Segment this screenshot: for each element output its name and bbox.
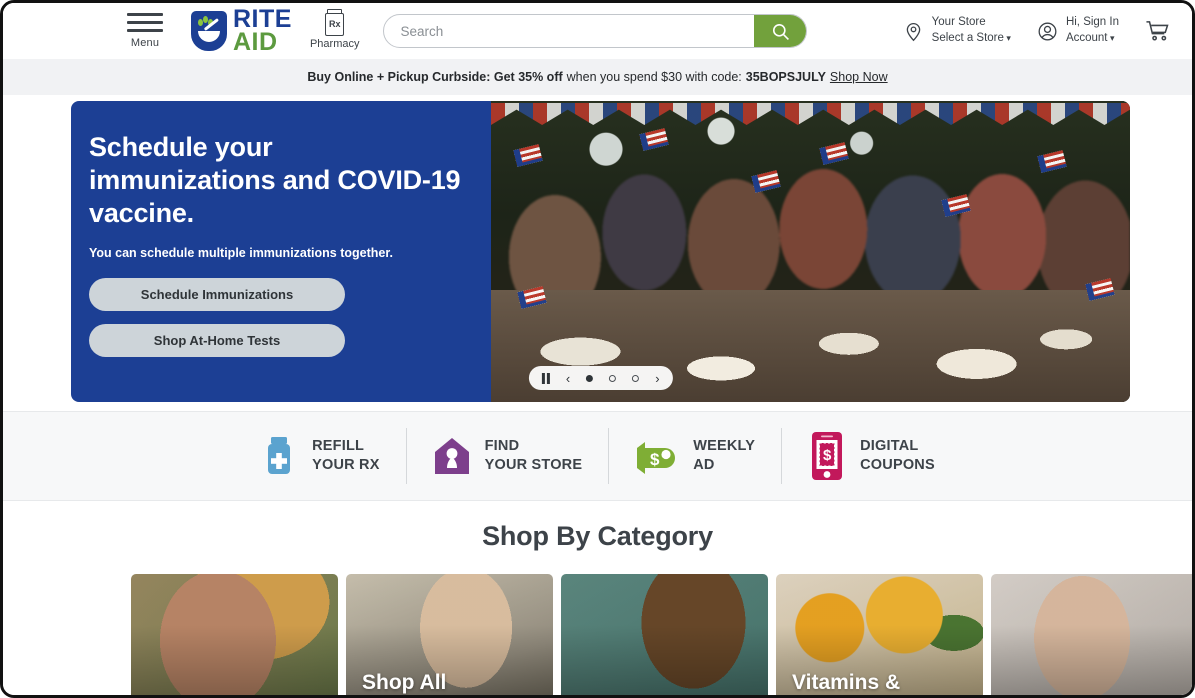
carousel-dot-3[interactable] — [632, 374, 640, 382]
carousel-prev-button[interactable]: ‹ — [566, 371, 570, 386]
hero-title: Schedule your immunizations and COVID-19… — [89, 132, 461, 228]
mobile-coupon-icon: $ — [812, 432, 843, 480]
quick-link-refill-rx[interactable]: REFILL YOUR RX — [234, 428, 407, 484]
hero-image — [491, 101, 1130, 402]
carousel-pause-button[interactable] — [541, 372, 550, 384]
quick-link-line1: FIND — [484, 438, 520, 455]
browser-window: Menu RITE AID Rx Pharmacy Search Your St… — [0, 0, 1195, 698]
category-carousel: Pharmacy Shop All Categories Medicine & … — [3, 574, 1192, 695]
search-submit-button[interactable] — [754, 15, 807, 47]
hero-subtitle: You can schedule multiple immunizations … — [89, 245, 393, 260]
promo-shop-now-link[interactable]: Shop Now — [830, 70, 888, 84]
store-label: Your Store — [931, 16, 986, 29]
carousel-controls: ‹ › — [528, 366, 673, 390]
promo-headline: Buy Online + Pickup Curbside: Get 35% of… — [307, 70, 563, 84]
promo-detail: when you spend $30 with code: — [566, 70, 742, 84]
rite-aid-logo[interactable]: RITE AID — [191, 7, 292, 56]
pill-bottle-icon — [268, 437, 291, 474]
hero-carousel: Schedule your immunizations and COVID-19… — [71, 101, 1130, 402]
price-tag-icon: $ — [637, 442, 676, 474]
page-content: Menu RITE AID Rx Pharmacy Search Your St… — [3, 3, 1192, 695]
shop-by-category-section: Shop By Category Pharmacy Shop All Categ… — [3, 501, 1192, 695]
quick-links-bar: REFILL YOUR RX FIND YOUR STORE $ WEEKLY … — [3, 411, 1192, 501]
carousel-dots — [586, 374, 640, 382]
category-card-label: Shop All Categories — [362, 670, 471, 695]
category-card-label: Personal Care — [1007, 694, 1188, 695]
hamburger-icon — [127, 13, 163, 32]
quick-link-line1: DIGITAL — [860, 438, 919, 455]
search-icon — [772, 23, 789, 40]
header-utilities: Your Store Select a Store ▾ Hi, Sign In … — [903, 15, 1170, 46]
menu-button[interactable]: Menu — [119, 13, 171, 49]
quick-link-line2: YOUR RX — [312, 457, 380, 473]
category-card-medicine-health[interactable]: Medicine & Health — [561, 574, 768, 695]
category-card-personal-care[interactable]: Personal Care — [991, 574, 1192, 695]
promo-code: 35BOPSJULY — [745, 70, 826, 84]
site-header: Menu RITE AID Rx Pharmacy Search Your St… — [3, 3, 1192, 59]
search-input[interactable] — [384, 15, 755, 47]
store-selector[interactable]: Your Store Select a Store ▾ — [903, 15, 1011, 46]
shopping-cart-icon — [1146, 21, 1169, 41]
shop-at-home-tests-button[interactable]: Shop At-Home Tests — [89, 323, 345, 357]
category-card-label: Vitamins & Supplements — [792, 670, 924, 695]
quick-link-weekly-ad[interactable]: $ WEEKLY AD — [609, 428, 783, 484]
store-value: Select a Store ▾ — [931, 32, 1011, 44]
pause-icon — [541, 372, 550, 384]
svg-text:$: $ — [823, 447, 832, 464]
search-bar[interactable] — [383, 14, 808, 48]
promo-banner: Buy Online + Pickup Curbside: Get 35% of… — [3, 59, 1192, 95]
logo-aid-text: AID — [233, 28, 278, 56]
carousel-next-button[interactable]: › — [655, 371, 659, 386]
hero-text-panel: Schedule your immunizations and COVID-19… — [71, 101, 491, 402]
pharmacy-label: Pharmacy — [309, 37, 360, 50]
category-card-pharmacy[interactable]: Pharmacy — [131, 574, 338, 695]
signin-label: Hi, Sign In — [1065, 16, 1119, 29]
quick-link-line2: AD — [693, 457, 715, 473]
quick-link-line1: WEEKLY — [693, 438, 756, 455]
carousel-dot-1[interactable] — [586, 374, 594, 382]
category-card-label: Pharmacy — [147, 694, 328, 695]
carousel-dot-2[interactable] — [609, 374, 617, 382]
category-card-vitamins-supplements[interactable]: Vitamins & Supplements — [776, 574, 983, 695]
category-card-label: Medicine & Health — [577, 694, 758, 695]
user-account-icon — [1038, 22, 1057, 40]
menu-label: Menu — [130, 37, 160, 49]
account-label: Account ▾ — [1065, 32, 1115, 44]
svg-text:$: $ — [650, 450, 660, 469]
account-menu[interactable]: Hi, Sign In Account ▾ — [1037, 15, 1119, 46]
schedule-immunizations-button[interactable]: Schedule Immunizations — [89, 277, 345, 311]
quick-link-line1: REFILL — [312, 438, 365, 455]
location-pin-icon — [906, 22, 920, 41]
category-section-title: Shop By Category — [482, 521, 713, 551]
quick-link-line2: YOUR STORE — [484, 457, 583, 473]
quick-link-find-store[interactable]: FIND YOUR STORE — [407, 428, 610, 484]
mortar-pestle-icon — [191, 11, 227, 51]
quick-link-digital-coupons[interactable]: $ DIGITAL COUPONS — [782, 428, 961, 484]
rx-bottle-icon: Rx — [325, 8, 345, 36]
store-pin-icon — [434, 438, 469, 474]
pharmacy-nav-item[interactable]: Rx Pharmacy — [309, 8, 360, 50]
cart-button[interactable] — [1145, 19, 1170, 43]
quick-link-line2: COUPONS — [860, 457, 935, 473]
category-card-shop-all[interactable]: Shop All Categories — [346, 574, 553, 695]
